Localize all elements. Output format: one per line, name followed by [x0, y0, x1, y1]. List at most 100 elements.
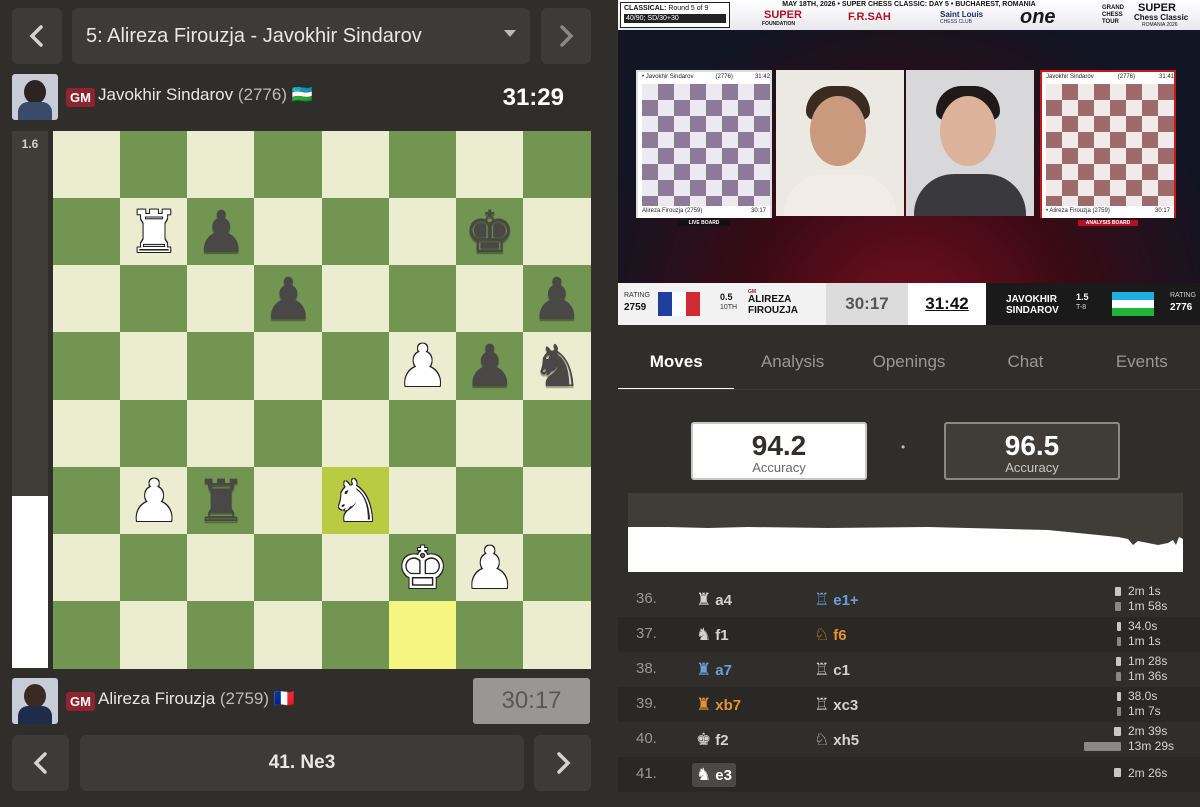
bottom-player-avatar[interactable] — [12, 678, 58, 724]
square-c4[interactable] — [187, 399, 256, 468]
square-b2[interactable] — [120, 533, 189, 602]
tab-moves[interactable]: Moves — [618, 340, 735, 390]
square-e4[interactable] — [321, 399, 390, 468]
white-move[interactable]: ♞ e3 — [692, 763, 736, 787]
square-a5[interactable] — [53, 332, 121, 401]
black-piece-c3[interactable]: ♜ — [195, 472, 247, 530]
white-piece-g2[interactable]: ♟ — [464, 539, 516, 597]
game-selector[interactable]: 5: Alireza Firouzja - Javokhir Sindarov — [72, 8, 530, 64]
square-a8[interactable] — [53, 131, 121, 199]
square-h2[interactable] — [522, 533, 591, 602]
square-a7[interactable] — [53, 198, 121, 267]
black-move[interactable]: ♘ xh5 — [810, 728, 863, 752]
square-g6[interactable] — [455, 265, 524, 334]
square-d2[interactable] — [254, 533, 323, 602]
white-piece-f2[interactable]: ♚ — [397, 539, 449, 597]
square-g4[interactable] — [455, 399, 524, 468]
square-g2[interactable]: ♟ — [455, 533, 524, 602]
black-move[interactable]: ♖ e1+ — [810, 588, 863, 612]
bottom-player-name[interactable]: Alireza Firouzja (2759) 🇫🇷 — [98, 689, 295, 709]
square-h6[interactable]: ♟ — [522, 265, 591, 334]
black-piece-h6[interactable]: ♟ — [531, 270, 583, 328]
square-b1[interactable] — [120, 600, 189, 669]
black-move[interactable]: ♖ c1 — [810, 658, 854, 682]
square-f7[interactable] — [388, 198, 457, 267]
square-a4[interactable] — [53, 399, 121, 468]
white-move[interactable]: ♚ f2 — [692, 728, 733, 752]
black-move[interactable]: ♘ f6 — [810, 623, 851, 647]
square-g7[interactable]: ♚ — [455, 198, 524, 267]
square-c6[interactable] — [187, 265, 256, 334]
square-e8[interactable] — [321, 131, 390, 199]
square-f3[interactable] — [388, 466, 457, 535]
square-c1[interactable] — [187, 600, 256, 669]
tab-openings[interactable]: Openings — [851, 340, 967, 390]
prev-game-button[interactable] — [12, 8, 62, 64]
square-b3[interactable]: ♟ — [120, 466, 189, 535]
black-piece-d6[interactable]: ♟ — [262, 270, 314, 328]
square-a3[interactable] — [53, 466, 121, 535]
square-f2[interactable]: ♚ — [388, 533, 457, 602]
square-b4[interactable] — [120, 399, 189, 468]
square-e3[interactable]: ♞ — [321, 466, 390, 535]
square-d8[interactable] — [254, 131, 323, 199]
chess-board[interactable]: ♜ ♟ ♚ ♟ ♟ ♟ ♟ ♞ ♟ ♜ ♞ ♚ ♟ — [53, 131, 591, 669]
square-g1[interactable] — [455, 600, 524, 669]
square-d7[interactable] — [254, 198, 323, 267]
square-f8[interactable] — [388, 131, 457, 199]
broadcast-video[interactable]: CLASSICAL: Round 5 of 9 40/90; SD/30+30 … — [618, 0, 1200, 325]
square-c2[interactable] — [187, 533, 256, 602]
prev-move-button[interactable] — [12, 735, 69, 791]
black-move[interactable]: ♖ xc3 — [810, 693, 862, 717]
square-f4[interactable] — [388, 399, 457, 468]
square-e7[interactable] — [321, 198, 390, 267]
square-g8[interactable] — [455, 131, 524, 199]
black-piece-g5[interactable]: ♟ — [464, 337, 516, 395]
square-c7[interactable]: ♟ — [187, 198, 256, 267]
square-c3[interactable]: ♜ — [187, 466, 256, 535]
square-a6[interactable] — [53, 265, 121, 334]
black-piece-g7[interactable]: ♚ — [464, 203, 516, 261]
square-a1[interactable] — [53, 600, 121, 669]
square-e6[interactable] — [321, 265, 390, 334]
black-piece-c7[interactable]: ♟ — [195, 203, 247, 261]
square-f1[interactable] — [388, 600, 457, 669]
square-b6[interactable] — [120, 265, 189, 334]
square-h7[interactable] — [522, 198, 591, 267]
white-piece-e3[interactable]: ♞ — [330, 472, 382, 530]
current-move-button[interactable]: 41. Ne3 — [80, 735, 524, 791]
tab-chat[interactable]: Chat — [967, 340, 1083, 390]
square-h8[interactable] — [522, 131, 591, 199]
white-piece-b7[interactable]: ♜ — [128, 203, 180, 261]
white-move[interactable]: ♞ f1 — [692, 623, 733, 647]
top-player-avatar[interactable] — [12, 74, 58, 120]
square-d4[interactable] — [254, 399, 323, 468]
square-h1[interactable] — [522, 600, 591, 669]
white-move[interactable]: ♜ xb7 — [692, 693, 745, 717]
square-b7[interactable]: ♜ — [120, 198, 189, 267]
square-d5[interactable] — [254, 332, 323, 401]
top-player-name[interactable]: Javokhir Sindarov (2776) 🇺🇿 — [98, 85, 313, 105]
square-g5[interactable]: ♟ — [455, 332, 524, 401]
square-h4[interactable] — [522, 399, 591, 468]
next-move-button[interactable] — [534, 735, 591, 791]
tab-analysis[interactable]: Analysis — [734, 340, 850, 390]
white-move[interactable]: ♜ a7 — [692, 658, 736, 682]
square-e2[interactable] — [321, 533, 390, 602]
square-c5[interactable] — [187, 332, 256, 401]
black-piece-h5[interactable]: ♞ — [531, 337, 583, 395]
square-f6[interactable] — [388, 265, 457, 334]
square-e1[interactable] — [321, 600, 390, 669]
evaluation-graph[interactable] — [628, 493, 1183, 572]
square-h3[interactable] — [522, 466, 591, 535]
square-d3[interactable] — [254, 466, 323, 535]
tab-events[interactable]: Events — [1084, 340, 1200, 390]
next-game-button[interactable] — [541, 8, 591, 64]
white-piece-f5[interactable]: ♟ — [397, 337, 449, 395]
square-d6[interactable]: ♟ — [254, 265, 323, 334]
white-move[interactable]: ♜ a4 — [692, 588, 736, 612]
square-b5[interactable] — [120, 332, 189, 401]
square-b8[interactable] — [120, 131, 189, 199]
square-a2[interactable] — [53, 533, 121, 602]
square-g3[interactable] — [455, 466, 524, 535]
